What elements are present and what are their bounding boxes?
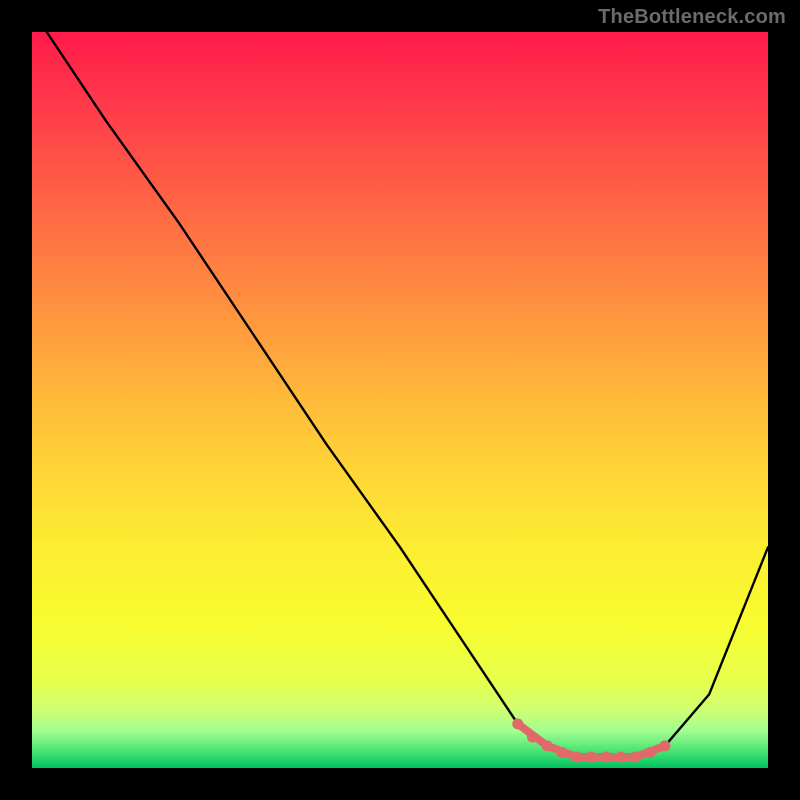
valley-dot	[601, 751, 612, 762]
valley-dot	[571, 751, 582, 762]
valley-dot	[630, 751, 641, 762]
valley-dot	[542, 740, 553, 751]
watermark-text: TheBottleneck.com	[598, 6, 786, 29]
valley-dot	[645, 747, 656, 758]
valley-dot	[615, 751, 626, 762]
chart-stage: TheBottleneck.com	[0, 0, 800, 800]
valley-dot	[512, 718, 523, 729]
valley-dot	[659, 740, 670, 751]
valley-dot	[556, 747, 567, 758]
valley-dot	[527, 732, 538, 743]
valley-dot	[586, 751, 597, 762]
valley-highlight-dots	[512, 718, 670, 762]
chart-overlay-svg	[32, 32, 768, 768]
bottleneck-curve	[47, 32, 768, 757]
